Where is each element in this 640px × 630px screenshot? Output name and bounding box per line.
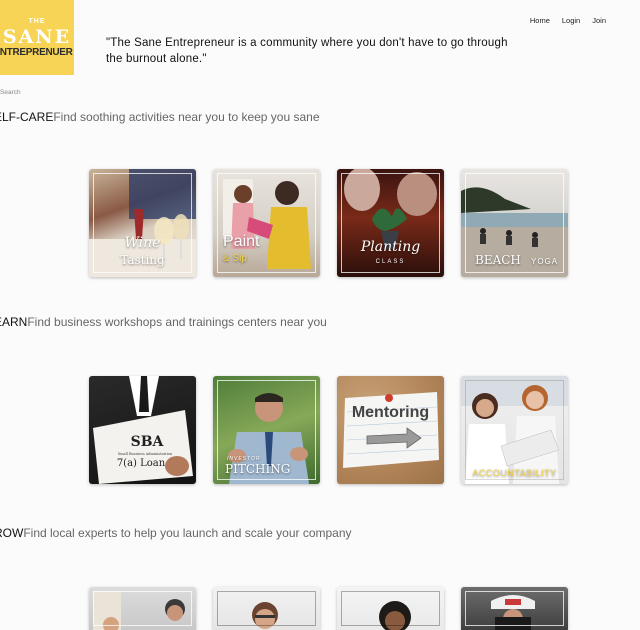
card-sba-loan[interactable]: SBA Small Business Administration 7(a) L… <box>89 376 196 484</box>
nav-login-link[interactable]: Login <box>562 16 580 25</box>
section-description: Find business workshops and trainings ce… <box>27 315 327 329</box>
card-caption: Planting <box>360 239 421 255</box>
logo-line-the: THE <box>28 17 46 25</box>
card-accountability[interactable]: ACCOUNTABILITY <box>461 376 568 484</box>
section-description: Find local experts to help you launch an… <box>23 526 352 540</box>
section-title: ELF-CARE <box>0 110 54 124</box>
card-caption: Paint <box>223 233 260 250</box>
section-title: ROW <box>0 526 24 540</box>
card-paint-and-sip[interactable]: Paint & Sip <box>213 169 320 277</box>
logo-line-entrepreneur: ENTREPRENUER <box>0 46 73 58</box>
card-caption-secondary: YOGA <box>531 257 559 266</box>
card-expert-2[interactable] <box>213 587 320 630</box>
search-input[interactable] <box>0 89 60 96</box>
mentoring-image <box>343 392 439 468</box>
card-caption: Mentoring <box>351 404 430 421</box>
section-description: Find soothing activities near you to kee… <box>53 110 320 124</box>
section-heading-learn: EARNFind business workshops and training… <box>0 315 327 329</box>
card-expert-1[interactable] <box>89 587 196 630</box>
card-expert-3[interactable] <box>337 587 444 630</box>
card-caption-tertiary: 7(a) Loan <box>116 458 166 469</box>
card-beach-yoga[interactable]: BEACH YOGA <box>461 169 568 277</box>
top-nav: Home Login Join <box>530 16 606 25</box>
card-caption: Wine <box>124 235 161 251</box>
card-caption-secondary: CLASS <box>375 259 406 265</box>
card-caption: ACCOUNTABILITY <box>472 468 557 478</box>
logo-line-sane: SANE <box>2 25 72 48</box>
logo[interactable]: THE SANE ENTREPRENUER <box>0 0 74 75</box>
card-expert-4[interactable] <box>461 587 568 630</box>
card-wine-tasting[interactable]: Wine Tasting <box>89 169 196 277</box>
card-caption-secondary: PITCHING <box>225 462 291 476</box>
card-investor-pitching[interactable]: INVESTOR PITCHING <box>213 376 320 484</box>
tagline: "The Sane Entrepreneur is a community wh… <box>106 37 508 65</box>
section-heading-self-care: ELF-CAREFind soothing activities near yo… <box>0 110 320 124</box>
card-caption: SBA <box>130 434 164 450</box>
card-planting-class[interactable]: Planting CLASS <box>337 169 444 277</box>
card-caption-secondary: Tasting <box>120 253 165 267</box>
nav-home-link[interactable]: Home <box>530 16 550 25</box>
card-caption-secondary: & Sip <box>223 253 247 264</box>
card-mentoring[interactable]: Mentoring <box>337 376 444 484</box>
card-caption-secondary: Small Business Administration <box>117 452 173 456</box>
section-title: EARN <box>0 315 28 329</box>
section-heading-grow: ROWFind local experts to help you launch… <box>0 526 352 540</box>
nav-join-link[interactable]: Join <box>592 16 606 25</box>
